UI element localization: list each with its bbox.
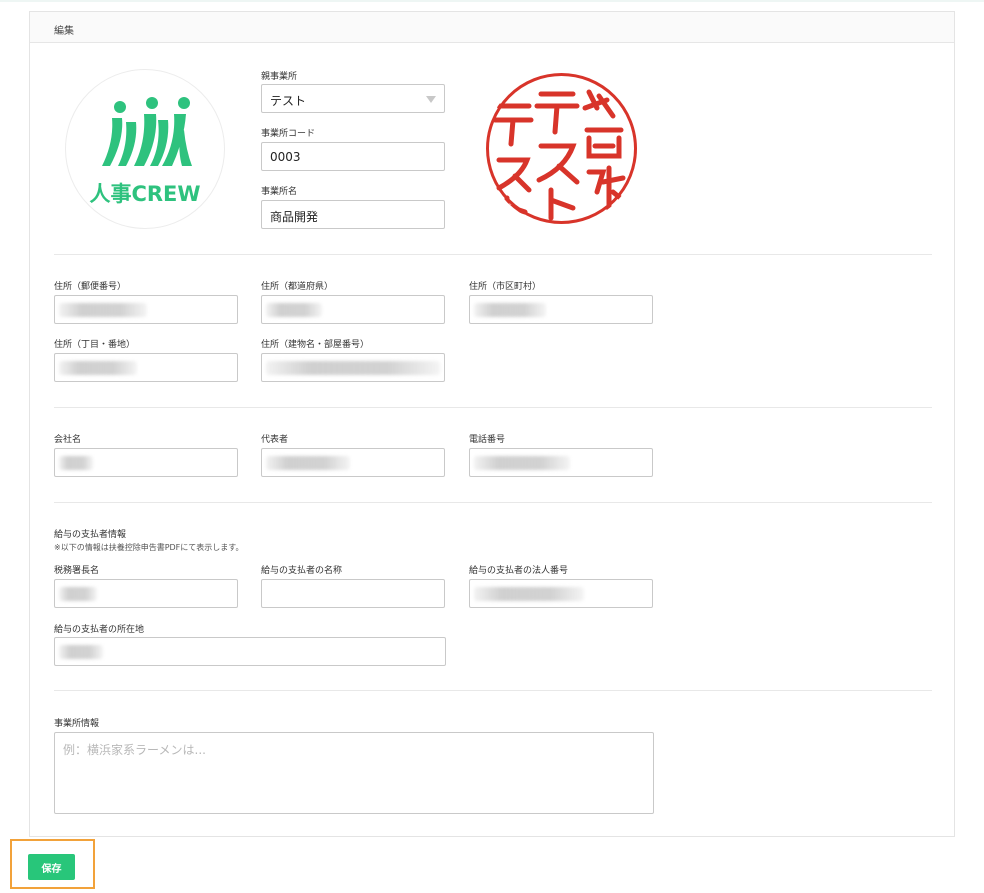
company-logo[interactable]: 人事CREW — [65, 69, 225, 229]
building-input[interactable] — [261, 353, 445, 382]
representative-input[interactable] — [261, 448, 445, 477]
street-label: 住所（丁目・番地） — [54, 340, 136, 350]
city-input[interactable] — [469, 295, 653, 324]
phone-input[interactable] — [469, 448, 653, 477]
top-accent-line — [0, 0, 984, 2]
office-info-textarea[interactable]: 例：横浜家系ラーメンは... — [54, 732, 654, 814]
card-header: 編集 — [30, 12, 954, 43]
redacted-value — [474, 456, 570, 470]
section-divider — [54, 254, 932, 255]
edit-card: 編集 人事CREW 親事業所 テスト 事業所コード 0003 事業所名 商品開発 — [29, 11, 955, 837]
redacted-value — [474, 587, 584, 601]
dropdown-arrow-icon — [426, 96, 436, 103]
section-divider — [54, 690, 932, 691]
postal-code-label: 住所（郵便番号） — [54, 282, 127, 292]
redacted-value — [59, 645, 103, 659]
representative-label: 代表者 — [261, 435, 289, 445]
office-code-value: 0003 — [270, 150, 301, 164]
payer-name-label: 給与の支払者の名称 — [261, 566, 343, 576]
office-name-label: 事業所名 — [261, 187, 298, 197]
redacted-value — [266, 456, 350, 470]
payer-name-input[interactable] — [261, 579, 445, 608]
jinji-crew-logo-icon: 人事CREW — [89, 97, 201, 206]
company-name-input[interactable] — [54, 448, 238, 477]
seal-stamp-icon — [486, 73, 637, 224]
section-divider — [54, 407, 932, 408]
office-name-value: 商品開発 — [270, 210, 319, 224]
payer-address-input[interactable] — [54, 637, 446, 666]
parent-office-select[interactable]: テスト — [261, 84, 445, 113]
redacted-value — [59, 456, 93, 470]
redacted-value — [59, 587, 97, 601]
tax-office-input[interactable] — [54, 579, 238, 608]
prefecture-label: 住所（都道府県） — [261, 282, 334, 292]
section-divider — [54, 502, 932, 503]
parent-office-value: テスト — [270, 94, 307, 108]
street-input[interactable] — [54, 353, 238, 382]
tax-office-label: 税務署長名 — [54, 566, 100, 576]
redacted-value — [266, 303, 322, 317]
save-button[interactable]: 保存 — [28, 854, 75, 880]
logo-brand-text: 人事CREW — [89, 182, 200, 206]
prefecture-input[interactable] — [261, 295, 445, 324]
redacted-value — [474, 303, 546, 317]
phone-label: 電話番号 — [469, 435, 506, 445]
payer-section-note: ※以下の情報は扶養控除申告書PDFにて表示します。 — [54, 543, 244, 552]
office-code-label: 事業所コード — [261, 129, 316, 139]
card-title: 編集 — [54, 26, 74, 37]
payer-section-title: 給与の支払者情報 — [54, 530, 127, 540]
city-label: 住所（市区町村） — [469, 282, 542, 292]
parent-office-label: 親事業所 — [261, 72, 298, 82]
payer-address-label: 給与の支払者の所在地 — [54, 625, 145, 635]
redacted-value — [59, 303, 147, 317]
company-seal[interactable] — [485, 72, 638, 225]
office-name-input[interactable]: 商品開発 — [261, 200, 445, 229]
redacted-value — [59, 361, 137, 375]
postal-code-input[interactable] — [54, 295, 238, 324]
corporate-number-label: 給与の支払者の法人番号 — [469, 566, 569, 576]
company-name-label: 会社名 — [54, 435, 82, 445]
office-info-placeholder: 例：横浜家系ラーメンは... — [63, 743, 206, 757]
corporate-number-input[interactable] — [469, 579, 653, 608]
redacted-value — [266, 361, 440, 375]
office-code-input[interactable]: 0003 — [261, 142, 445, 171]
building-label: 住所（建物名・部屋番号） — [261, 340, 370, 350]
office-info-label: 事業所情報 — [54, 719, 100, 729]
